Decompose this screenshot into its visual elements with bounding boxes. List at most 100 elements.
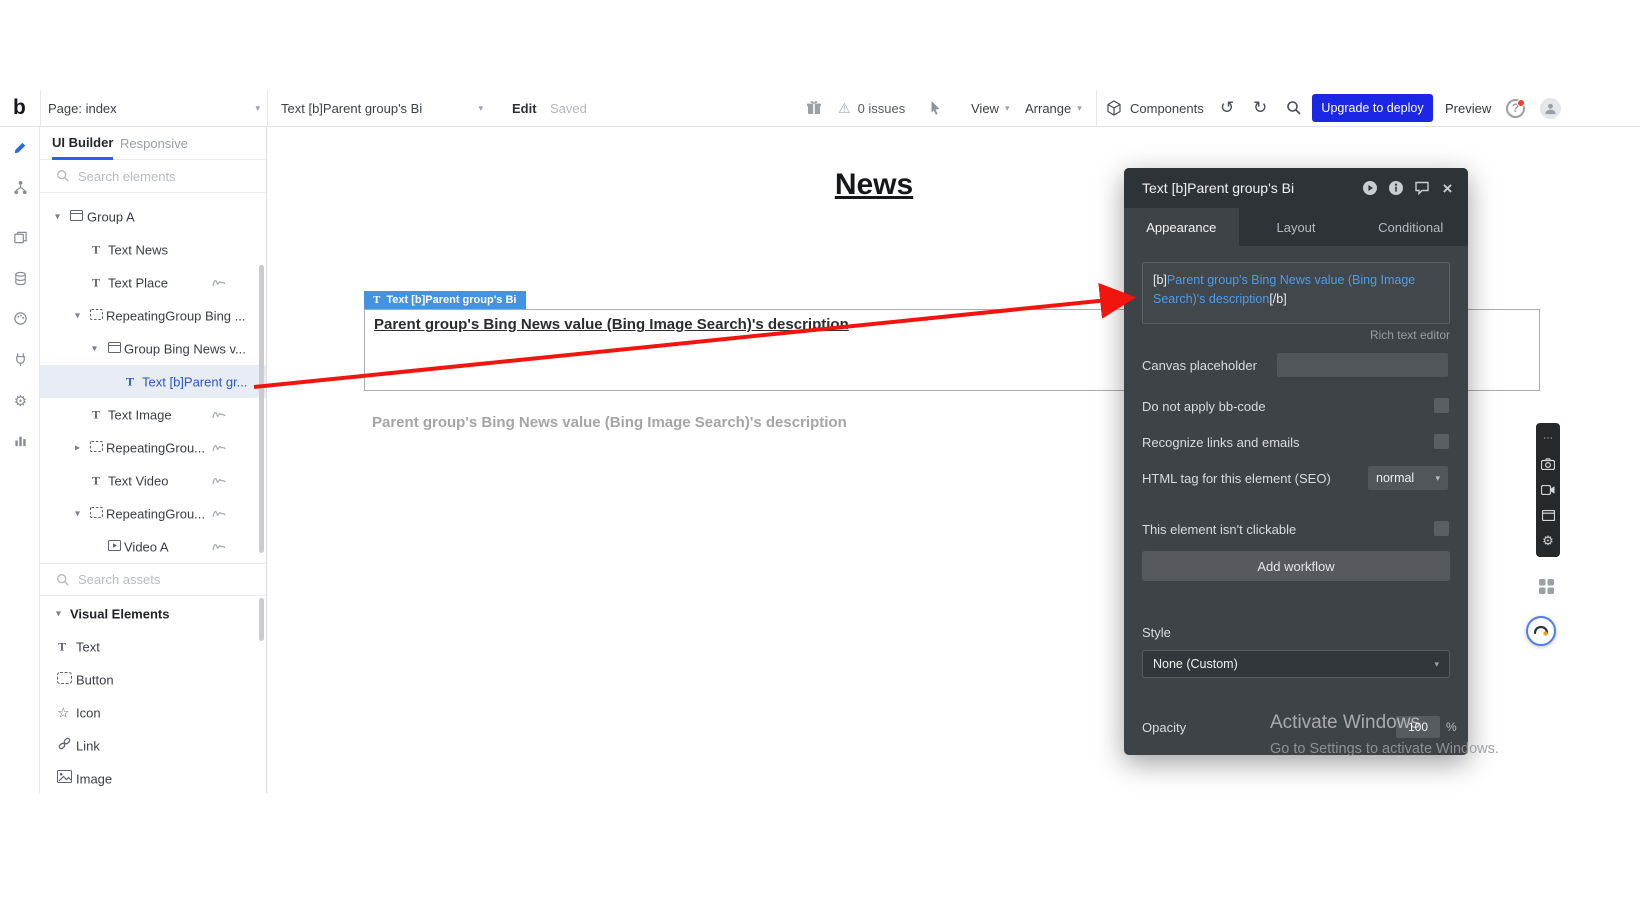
pages-icon <box>13 230 28 245</box>
bbcode-checkbox[interactable] <box>1434 398 1449 413</box>
account-avatar[interactable] <box>1540 90 1561 126</box>
design-tab-icon[interactable] <box>12 139 29 156</box>
info-icon[interactable] <box>1387 180 1404 197</box>
tree-item-repeatinggroup-3[interactable]: ▾ RepeatingGrou... <box>40 497 266 530</box>
comment-icon[interactable] <box>1413 180 1430 197</box>
upgrade-to-deploy-button[interactable]: Upgrade to deploy <box>1312 94 1433 122</box>
tree-item-video-a[interactable]: Video A <box>40 530 266 563</box>
database-icon <box>13 271 28 286</box>
palette-item-label: Link <box>76 738 100 753</box>
more-options-icon[interactable]: ⋯ <box>1541 431 1556 446</box>
redo-icon[interactable]: ↻ <box>1253 90 1267 126</box>
tree-item-repeatinggroup-bing[interactable]: ▾ RepeatingGroup Bing ... <box>40 299 266 332</box>
close-icon[interactable]: × <box>1439 180 1456 197</box>
issues-indicator[interactable]: ⚠ 0 issues <box>838 90 905 126</box>
record-video-icon[interactable] <box>1541 482 1556 497</box>
tree-item-repeatinggroup-2[interactable]: ▸ RepeatingGrou... <box>40 431 266 464</box>
chevron-right-icon[interactable]: ▸ <box>75 442 80 453</box>
tree-item-group-a[interactable]: ▾ Group A <box>40 200 266 233</box>
elements-panel: UI Builder Responsive ▾ Group A T Text N… <box>40 127 267 793</box>
chevron-down-icon[interactable]: ▾ <box>92 343 97 354</box>
html-tag-dropdown[interactable]: normal ▾ <box>1368 466 1448 490</box>
tree-item-text-parent-group[interactable]: T Text [b]Parent gr... <box>40 365 266 398</box>
workflow-tab-icon[interactable] <box>12 179 29 196</box>
settings-tab-icon[interactable]: ⚙ <box>12 392 29 409</box>
chevron-down-icon[interactable]: ▾ <box>75 310 80 321</box>
visual-elements-section[interactable]: ▾ Visual Elements <box>40 597 266 630</box>
property-editor-titlebar[interactable]: Text [b]Parent group's Bi × <box>1124 168 1468 208</box>
element-selector[interactable]: Text [b]Parent group's Bi ▾ <box>281 90 483 126</box>
windows-watermark-line1: Activate Windows <box>1270 712 1420 734</box>
cursor-tool-icon[interactable] <box>928 90 943 126</box>
page-selector-label: Page: index <box>48 101 117 116</box>
data-tab-icon[interactable] <box>12 270 29 287</box>
window-capture-icon[interactable] <box>1541 508 1556 523</box>
style-dropdown[interactable]: None (Custom) ▾ <box>1142 650 1450 678</box>
widgets-grid-icon[interactable] <box>1538 578 1555 600</box>
cube-icon <box>1106 100 1122 116</box>
tab-layout[interactable]: Layout <box>1239 208 1354 246</box>
tab-responsive[interactable]: Responsive <box>120 127 188 160</box>
tree-item-label: Text News <box>108 242 168 257</box>
chevron-down-icon[interactable]: ▾ <box>55 211 60 222</box>
search-icon[interactable] <box>1286 90 1302 126</box>
palette-item-icon[interactable]: ☆ Icon <box>40 696 266 729</box>
pages-tab-icon[interactable] <box>12 229 29 246</box>
view-menu-label: View <box>971 101 999 116</box>
tree-item-group-bing-news[interactable]: ▾ Group Bing News v... <box>40 332 266 365</box>
notification-dot <box>1517 99 1525 107</box>
arrange-menu[interactable]: Arrange ▾ <box>1025 90 1082 126</box>
components-button[interactable]: Components <box>1106 90 1204 126</box>
tab-ui-builder[interactable]: UI Builder <box>52 127 113 160</box>
search-assets-input[interactable] <box>78 572 228 587</box>
screenshot-camera-icon[interactable] <box>1541 457 1556 472</box>
preview-button[interactable]: Preview <box>1445 90 1491 126</box>
palette-item-label: Button <box>76 672 114 687</box>
dynamic-data-icon <box>212 475 226 487</box>
not-clickable-label: This element isn't clickable <box>1142 522 1296 537</box>
page-selector[interactable]: Page: index ▾ <box>48 90 260 126</box>
tab-conditional[interactable]: Conditional <box>1353 208 1468 246</box>
tab-appearance[interactable]: Appearance <box>1124 208 1239 246</box>
canvas-placeholder-input[interactable] <box>1277 353 1448 377</box>
saved-status: Saved <box>550 90 587 126</box>
assistant-bot-icon[interactable] <box>1526 616 1556 646</box>
add-workflow-button[interactable]: Add workflow <box>1142 551 1450 581</box>
chevron-down-icon: ▾ <box>1077 103 1082 114</box>
undo-icon[interactable]: ↺ <box>1220 90 1234 126</box>
chevron-down-icon[interactable]: ▾ <box>56 608 61 619</box>
tree-item-label: Group Bing News v... <box>124 341 246 356</box>
tree-item-text-image[interactable]: T Text Image <box>40 398 266 431</box>
rich-text-editor-field[interactable]: [b]Parent group's Bing News value (Bing … <box>1142 262 1450 324</box>
gift-icon[interactable] <box>806 90 822 126</box>
tree-item-text-news[interactable]: T Text News <box>40 233 266 266</box>
capture-settings-gear-icon[interactable]: ⚙ <box>1541 534 1556 549</box>
tree-item-text-place[interactable]: T Text Place <box>40 266 266 299</box>
tree-scrollbar[interactable] <box>259 265 264 553</box>
view-menu[interactable]: View ▾ <box>971 90 1009 126</box>
tree-item-text-video[interactable]: T Text Video <box>40 464 266 497</box>
search-elements-input[interactable] <box>78 169 228 184</box>
palette-item-image[interactable]: Image <box>40 762 266 795</box>
panel-scrollbar[interactable] <box>259 598 264 641</box>
styles-tab-icon[interactable] <box>12 310 29 327</box>
tree-item-label: Text Image <box>108 407 172 422</box>
palette-item-text[interactable]: T Text <box>40 630 266 663</box>
chevron-down-icon[interactable]: ▾ <box>75 508 80 519</box>
run-icon[interactable] <box>1361 180 1378 197</box>
selection-tag[interactable]: T Text [b]Parent group's Bi <box>364 291 526 309</box>
rich-text-editor-label[interactable]: Rich text editor <box>1370 328 1450 342</box>
help-button[interactable]: ? <box>1506 90 1525 126</box>
palette-item-link[interactable]: Link <box>40 729 266 762</box>
palette-item-button[interactable]: Button <box>40 663 266 696</box>
not-clickable-checkbox[interactable] <box>1434 521 1449 536</box>
logs-tab-icon[interactable] <box>12 432 29 449</box>
workflow-icon <box>13 180 28 195</box>
tree-item-label: Text [b]Parent gr... <box>142 374 248 389</box>
issues-count: 0 issues <box>858 101 906 116</box>
bubble-logo[interactable]: b <box>13 90 26 126</box>
recognize-links-checkbox[interactable] <box>1434 434 1449 449</box>
image-icon <box>57 770 72 788</box>
plugins-tab-icon[interactable] <box>12 351 29 368</box>
edit-mode-label[interactable]: Edit <box>512 90 537 126</box>
